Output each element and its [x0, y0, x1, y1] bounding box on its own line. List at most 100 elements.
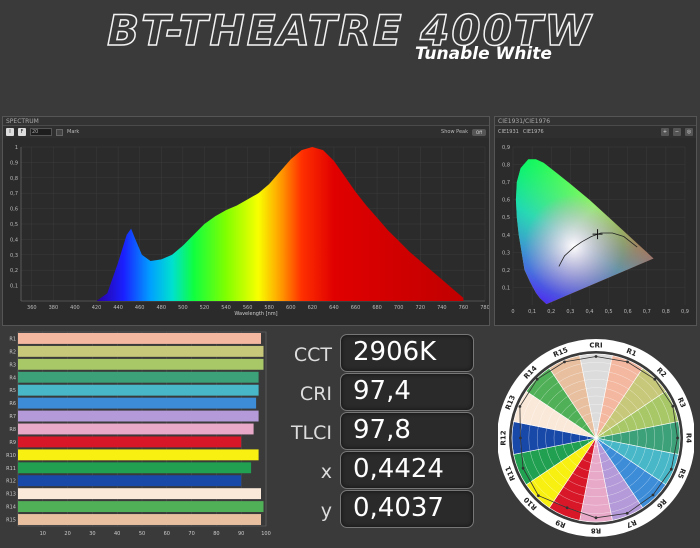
spectrum-y-tick: 0,9: [10, 160, 18, 166]
bar-x-tick: 20: [64, 531, 70, 537]
spectrum-chart: 360 380 400 420 440 460 480 500 520 540 560 580 600 6…: [10, 145, 489, 317]
spectrum-x-tick: 620: [308, 305, 318, 311]
bar-label-r1: R1: [9, 337, 16, 343]
spectrum-x-tick: 380: [49, 305, 59, 311]
app-title: BT-THEATRE 400TW: [106, 5, 593, 56]
cie-toolbar: CIE1931 CIE1976 + − ◎: [495, 126, 696, 138]
tlci-value: 97,8: [340, 412, 474, 450]
cie-x-tick: 0,5: [605, 309, 613, 315]
bar-label-r13: R13: [6, 492, 16, 498]
show-peak-toggle[interactable]: Off: [472, 128, 486, 136]
spectrum-panel: SPECTRUM I F 20 Mark Show Peak Off 360 38…: [2, 116, 490, 326]
radial-point-r11: [521, 466, 525, 470]
bar-label-r11: R11: [6, 466, 16, 472]
radial-point-r12: [519, 436, 522, 440]
radial-point-r9: [565, 506, 569, 510]
show-peak-label: Show Peak: [441, 129, 468, 135]
bar-r13: [18, 488, 261, 500]
spectrum-x-axis-label: Wavelength [nm]: [234, 311, 277, 317]
bar-label-r6: R6: [9, 401, 16, 407]
radial-point-r8: [594, 516, 598, 520]
spectrum-y-tick: 0,7: [10, 191, 18, 197]
cct-label: CCT: [293, 344, 332, 366]
bar-r3: [18, 358, 264, 370]
spectrum-x-tick: 640: [329, 305, 339, 311]
radial-point-r13: [518, 405, 522, 408]
zoom-out-icon[interactable]: −: [673, 128, 681, 136]
spectrum-y-tick: 0,3: [10, 253, 18, 259]
bar-r7: [18, 410, 259, 422]
radial-label-r4: R4: [685, 433, 693, 443]
spectrum-panel-title: SPECTRUM: [3, 117, 489, 126]
spectrum-y-tick: 0,5: [10, 222, 18, 228]
bar-r11: [18, 462, 252, 474]
bar-r10: [18, 449, 259, 461]
spectrum-x-tick: 460: [135, 305, 145, 311]
color-rendering-bar-chart: R1 R2 R3 R4 R5 R6 R7 R8 R9 R10 R11 R12 R13 R14 R15 10 2…: [6, 331, 271, 537]
spectrum-x-tick: 700: [394, 305, 404, 311]
spectrum-x-tick: 440: [113, 305, 123, 311]
spectrum-x-tick: 600: [286, 305, 296, 311]
spectrum-toolbar: I F 20 Mark Show Peak Off: [3, 126, 489, 138]
zoom-reset-icon[interactable]: ◎: [685, 128, 693, 136]
bar-label-r14: R14: [6, 505, 16, 511]
cie-y-tick: 0,8: [502, 163, 510, 169]
cie-y-tick: 0,1: [502, 285, 510, 291]
y-coordinate-value: 0,4037: [340, 490, 474, 528]
spectrum-y-tick: 0,4: [10, 237, 18, 243]
spectrum-y-tick: 0,6: [10, 207, 18, 213]
spectrum-x-tick: 780: [480, 305, 489, 311]
spectrum-y-tick: 0,8: [10, 176, 18, 182]
toolbar-value-input[interactable]: 20: [30, 128, 52, 136]
bar-label-r15: R15: [6, 518, 16, 524]
bar-label-r5: R5: [9, 388, 16, 394]
spectrum-x-tick: 660: [351, 305, 361, 311]
tlci-label: TLCI: [290, 422, 332, 444]
cie-panel: CIE1931/CIE1976 CIE1931 CIE1976 + − ◎ 0 …: [494, 116, 697, 326]
bar-r14: [18, 501, 264, 513]
zoom-in-icon[interactable]: +: [661, 128, 669, 136]
radial-point-r10: [537, 494, 540, 497]
bar-r4: [18, 371, 259, 383]
bar-label-r3: R3: [9, 362, 16, 368]
spectrum-x-tick: 420: [92, 305, 102, 311]
radial-point-r4: [676, 436, 679, 440]
tab-cie1976[interactable]: CIE1976: [523, 129, 544, 135]
bar-x-tick: 30: [89, 531, 95, 537]
spectrum-x-tick: 740: [437, 305, 447, 311]
radial-point-cri: [594, 355, 598, 358]
radial-point-r5: [669, 467, 673, 471]
cie-y-tick: 0,6: [502, 198, 510, 204]
app-subtitle: Tunable White: [415, 44, 552, 64]
cie-chart: 0 0,1 0,2 0,3 0,4 0,5 0,6 0,7 0,8 0,9 0,1 0,2 0,3 0,…: [502, 145, 689, 315]
cct-value: 2906K: [340, 334, 474, 372]
cie-x-tick: 0,3: [566, 309, 574, 315]
radial-point-r2: [653, 377, 657, 381]
cie-y-tick: 0,7: [502, 180, 510, 186]
radial-point-r3: [671, 404, 675, 408]
bar-x-tick: 50: [139, 531, 145, 537]
tab-cie1931[interactable]: CIE1931: [498, 129, 519, 135]
bar-label-r12: R12: [6, 479, 16, 485]
bar-r5: [18, 384, 259, 396]
bar-label-r10: R10: [6, 453, 16, 459]
cie-x-tick: 0,2: [547, 309, 555, 315]
bar-r1: [18, 333, 261, 344]
cie-x-tick: 0: [511, 309, 514, 315]
spectrum-x-tick: 720: [415, 305, 425, 311]
radial-label-r12: R12: [500, 430, 508, 445]
spectrum-y-tick: 0,2: [10, 268, 18, 274]
toolbar-button-f[interactable]: F: [18, 128, 26, 136]
cie-x-tick: 0,4: [585, 309, 593, 315]
toolbar-button-i[interactable]: I: [6, 128, 14, 136]
bar-x-tick: 10: [40, 531, 46, 537]
cie-y-tick: 0,5: [502, 215, 510, 221]
bar-x-tick: 100: [261, 531, 271, 537]
mark-label: Mark: [67, 129, 80, 135]
bar-x-tick: 90: [238, 531, 244, 537]
cie-white-region: [515, 159, 654, 305]
cie-panel-title: CIE1931/CIE1976: [495, 117, 696, 126]
spectrum-x-tick: 500: [178, 305, 188, 311]
cri-value: 97,4: [340, 373, 474, 411]
mark-checkbox[interactable]: [56, 128, 63, 136]
